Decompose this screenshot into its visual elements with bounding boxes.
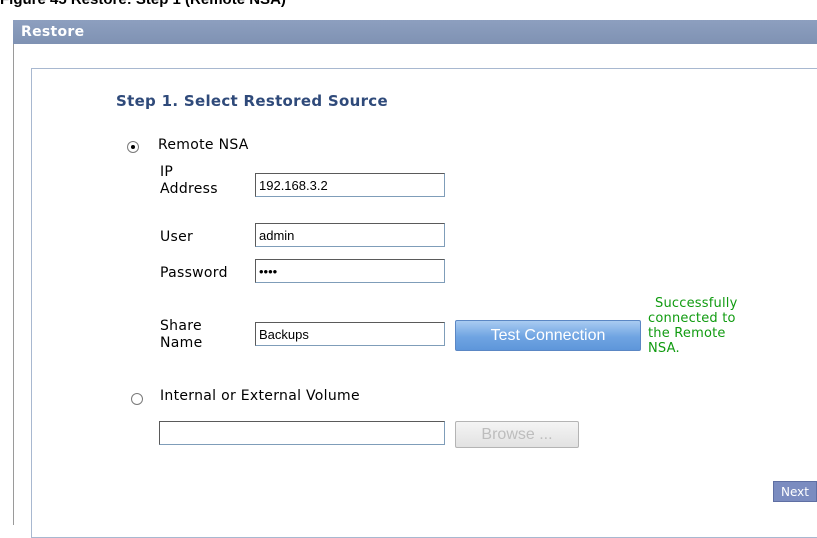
user-input[interactable]: [255, 223, 445, 247]
share-name-label: Share Name: [160, 318, 203, 352]
next-button[interactable]: Next: [773, 481, 817, 502]
figure-caption: Figure 45 Restore: Step 1 (Remote NSA): [0, 0, 286, 8]
internal-external-volume-label: Internal or External Volume: [160, 388, 360, 404]
connection-status: Successfully connected to the Remote NSA…: [648, 296, 773, 356]
password-input[interactable]: [255, 259, 445, 283]
status-line: NSA.: [648, 341, 680, 356]
status-line: connected to: [648, 311, 736, 326]
share-name-input[interactable]: [255, 322, 445, 346]
internal-external-volume-radio[interactable]: [131, 393, 143, 405]
password-label: Password: [160, 265, 228, 281]
ip-address-input[interactable]: [255, 173, 445, 197]
remote-nsa-label: Remote NSA: [158, 137, 249, 153]
remote-nsa-radio[interactable]: [127, 141, 139, 153]
status-line: Successfully: [655, 296, 738, 311]
restore-header: Restore: [13, 20, 817, 44]
user-label: User: [160, 229, 194, 245]
step-title: Step 1. Select Restored Source: [116, 92, 388, 110]
volume-path-input[interactable]: [159, 421, 445, 445]
left-divider: [13, 44, 14, 525]
radio-selected-dot: [131, 145, 135, 149]
ip-label-line1: IP: [160, 164, 174, 180]
figure-caption-clip: Figure 45 Restore: Step 1 (Remote NSA): [0, 0, 817, 14]
ip-label-line2: Address: [160, 181, 218, 197]
share-label-line2: Name: [160, 335, 203, 351]
ip-address-label: IP Address: [160, 164, 218, 198]
share-label-line1: Share: [160, 318, 202, 334]
browse-button[interactable]: Browse ...: [455, 421, 579, 448]
test-connection-button[interactable]: Test Connection: [455, 320, 641, 351]
status-line: the Remote: [648, 326, 726, 341]
